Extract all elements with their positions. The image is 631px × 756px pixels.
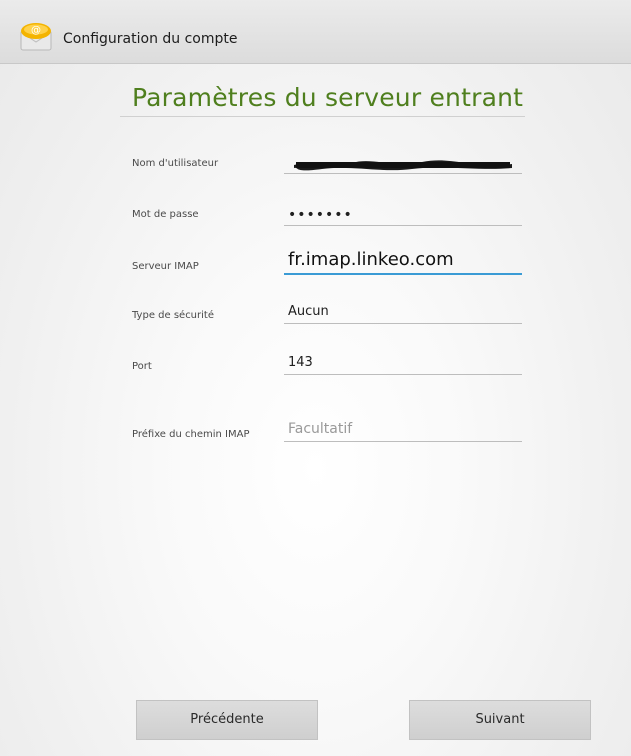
action-bar-title: Configuration du compte bbox=[63, 31, 238, 47]
port-field[interactable]: 143 bbox=[284, 353, 522, 375]
imap-path-prefix-placeholder: Facultatif bbox=[288, 421, 353, 437]
imap-path-prefix-label: Préfixe du chemin IMAP bbox=[132, 429, 250, 440]
security-type-label: Type de sécurité bbox=[132, 310, 214, 321]
imap-server-label: Serveur IMAP bbox=[132, 261, 199, 272]
password-value: ••••••• bbox=[288, 207, 353, 223]
previous-button[interactable]: Précédente bbox=[136, 700, 318, 740]
next-button[interactable]: Suivant bbox=[409, 700, 591, 740]
password-label: Mot de passe bbox=[132, 209, 199, 220]
page-title: Paramètres du serveur entrant bbox=[132, 83, 524, 112]
port-label: Port bbox=[132, 361, 152, 372]
port-value: 143 bbox=[288, 355, 313, 370]
redacted-username bbox=[292, 156, 514, 171]
action-bar: @ Configuration du compte bbox=[0, 0, 631, 64]
imap-server-field[interactable]: fr.imap.linkeo.com bbox=[284, 249, 522, 275]
security-type-value: Aucun bbox=[288, 304, 329, 319]
password-field[interactable]: ••••••• bbox=[284, 204, 522, 226]
username-field[interactable] bbox=[284, 152, 522, 174]
imap-path-prefix-field[interactable]: Facultatif bbox=[284, 420, 522, 442]
title-divider bbox=[120, 116, 525, 117]
username-label: Nom d'utilisateur bbox=[132, 158, 219, 169]
email-account-icon[interactable]: @ bbox=[17, 22, 55, 51]
svg-text:@: @ bbox=[31, 25, 41, 36]
imap-server-value: fr.imap.linkeo.com bbox=[288, 249, 454, 270]
security-type-select[interactable]: Aucun bbox=[284, 302, 522, 324]
